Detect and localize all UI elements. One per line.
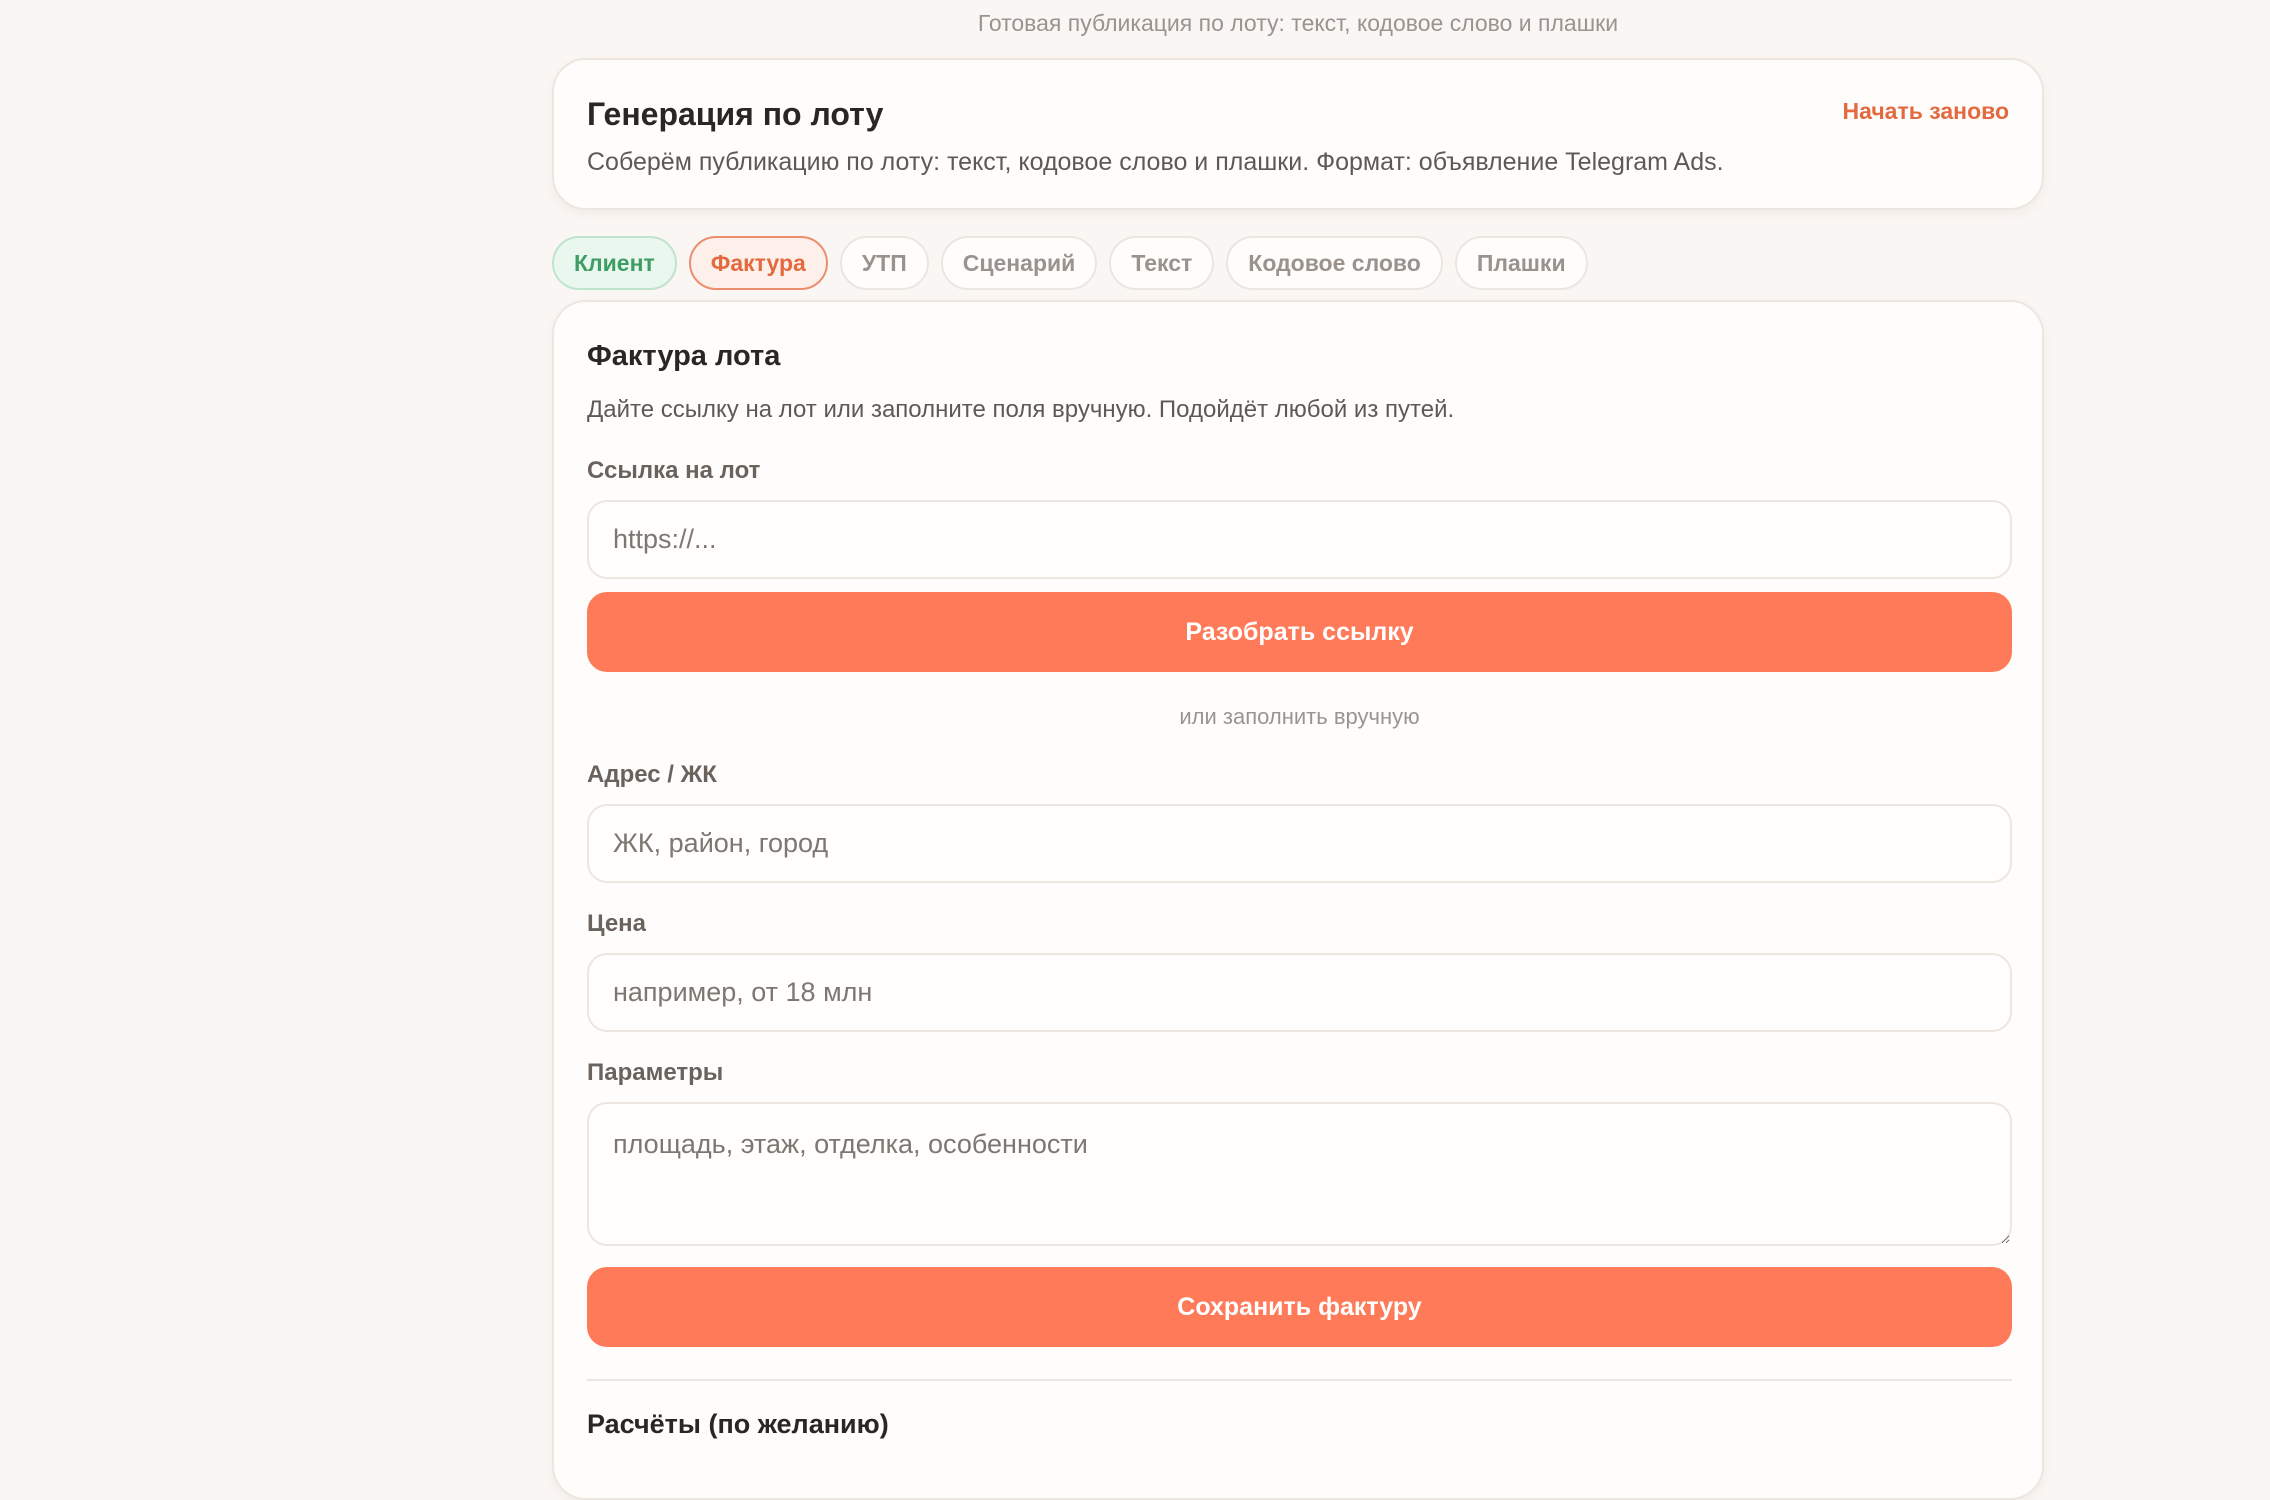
- params-label: Параметры: [587, 1059, 724, 1086]
- tab-usp[interactable]: УТП: [839, 236, 929, 290]
- tab-code-word[interactable]: Кодовое слово: [1226, 236, 1443, 290]
- parse-link-button[interactable]: Разобрать ссылку: [587, 592, 2012, 672]
- section-divider: [587, 1379, 2012, 1381]
- page-caption: Готовая публикация по лоту: текст, кодов…: [977, 10, 1619, 36]
- header-card: Генерация по лоту Начать заново Соберём …: [552, 58, 2044, 210]
- page-description: Соберём публикацию по лоту: текст, кодов…: [587, 148, 1724, 176]
- link-input[interactable]: [587, 500, 2012, 579]
- price-label: Цена: [587, 910, 647, 937]
- tab-facts[interactable]: Фактура: [688, 236, 828, 290]
- address-input[interactable]: [587, 804, 2012, 883]
- link-label: Ссылка на лот: [587, 457, 761, 484]
- section-title: Фактура лота: [587, 340, 781, 372]
- tab-badges[interactable]: Плашки: [1454, 236, 1588, 290]
- restart-button[interactable]: Начать заново: [1842, 98, 2009, 125]
- or-manual-text: или заполнить вручную: [1179, 704, 1420, 729]
- step-tabs: Клиент Фактура УТП Сценарий Текст Кодово…: [552, 236, 1588, 290]
- save-facts-button[interactable]: Сохранить фактуру: [587, 1267, 2012, 1347]
- tab-client[interactable]: Клиент: [552, 236, 677, 290]
- params-textarea[interactable]: [587, 1102, 2012, 1246]
- price-input[interactable]: [587, 953, 2012, 1032]
- tab-scenario[interactable]: Сценарий: [940, 236, 1098, 290]
- address-label: Адрес / ЖК: [587, 761, 717, 788]
- section-description: Дайте ссылку на лот или заполните поля в…: [587, 396, 1455, 423]
- facts-card: Фактура лота Дайте ссылку на лот или зап…: [552, 300, 2044, 1500]
- tab-text[interactable]: Текст: [1109, 236, 1215, 290]
- calculations-title: Расчёты (по желанию): [587, 1409, 889, 1439]
- page-title: Генерация по лоту: [587, 96, 884, 132]
